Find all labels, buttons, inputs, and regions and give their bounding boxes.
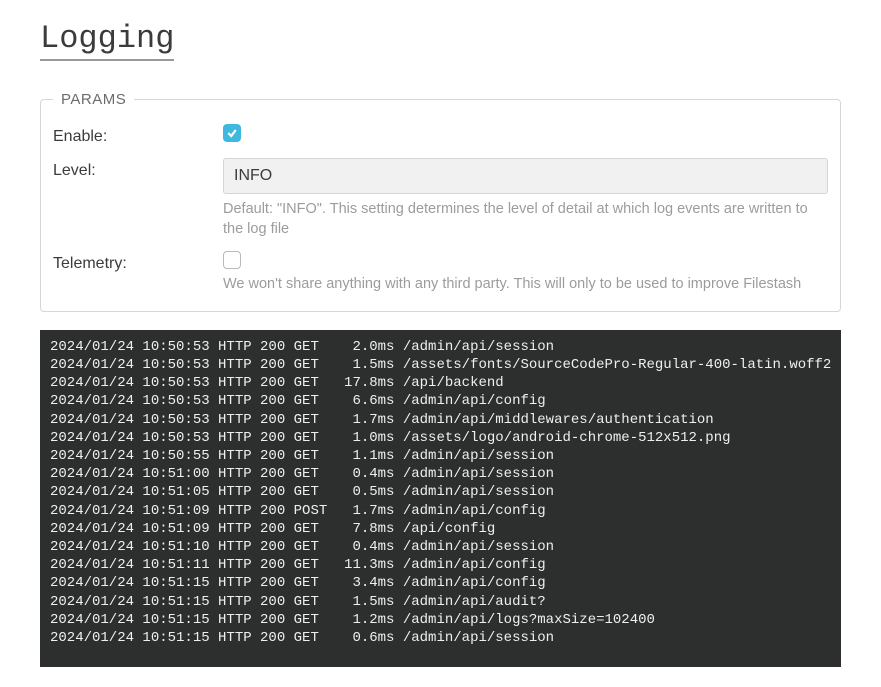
check-icon [226, 127, 238, 139]
telemetry-help: We won't share anything with any third p… [223, 275, 828, 295]
enable-checkbox[interactable] [223, 124, 241, 142]
level-row: Level: Default: "INFO". This setting det… [53, 158, 828, 239]
enable-row: Enable: [53, 124, 828, 146]
telemetry-checkbox[interactable] [223, 251, 241, 269]
level-label: Level: [53, 158, 223, 180]
telemetry-label: Telemetry: [53, 251, 223, 273]
log-console[interactable]: 2024/01/24 10:50:53 HTTP 200 GET 2.0ms /… [40, 330, 841, 667]
params-legend: PARAMS [53, 91, 134, 108]
telemetry-row: Telemetry: We won't share anything with … [53, 251, 828, 295]
level-help: Default: "INFO". This setting determines… [223, 200, 828, 239]
level-input[interactable] [223, 158, 828, 194]
params-panel: PARAMS Enable: Level: Default: "INFO". T… [40, 91, 841, 312]
page-title: Logging [40, 20, 174, 61]
enable-label: Enable: [53, 124, 223, 146]
